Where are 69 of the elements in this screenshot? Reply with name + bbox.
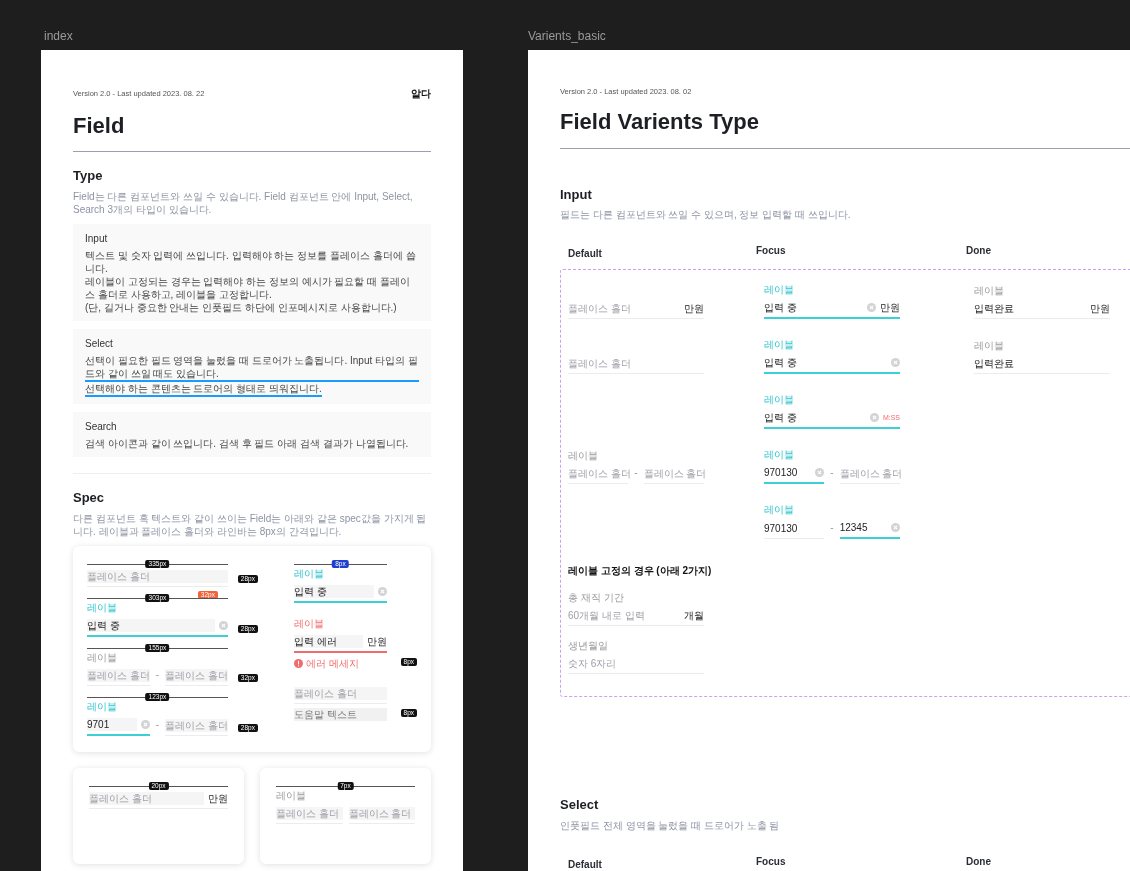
frame-title: Varients_basic — [528, 29, 606, 43]
frame-title: index — [44, 29, 73, 43]
input-field[interactable]: 입력완료 만원 — [974, 300, 1110, 320]
field-label: 레이블 — [974, 340, 1005, 353]
section-title: Input — [560, 186, 593, 203]
field-label: 생년월일 — [568, 640, 609, 653]
card-title: Input — [85, 232, 109, 246]
section-description: 다른 컴포넌트 혹 텍스트와 같이 쓰이는 Field는 아래와 같은 spec값을 가지게 됩니다. 레이블과 플레이스 홀더와 라인바는 8px의 간격입니다. — [73, 511, 428, 538]
group-title: 레이블 고정의 경우 (아래 2가지) — [568, 564, 712, 579]
error-icon — [293, 658, 303, 668]
unit-text: 개월 — [684, 609, 704, 623]
card-title: Select — [85, 337, 114, 351]
card-text: 선택이 필요한 필드 영역을 눌렀을 때 드로어가 노출됩니다. Input 타입의 필드와 같이 쓰일 때도 있습니다. — [85, 354, 419, 382]
field-label: 레이블 — [568, 450, 599, 463]
card-text: 선택해야 하는 콘텐츠는 드로어의 형태로 띄워집니다. — [85, 382, 322, 397]
card-text: (단, 길거나 중요한 안내는 인풋필드 하단에 인포메시지로 사용합니다.) — [85, 302, 397, 313]
section-description: 필드는 다른 컴포넌트와 쓰일 수 있으며, 정보 입력할 때 쓰입니다. — [560, 208, 852, 222]
input-field[interactable]: 입력완료 — [974, 355, 1110, 375]
column-header: Done — [966, 854, 992, 869]
dash-separator: - — [155, 667, 160, 682]
input-field[interactable]: 970130 — [764, 464, 825, 485]
column-header: Focus — [756, 854, 787, 869]
column-header: Default — [567, 857, 603, 871]
input-field[interactable]: 입력 중 만원 — [764, 299, 900, 320]
field-label: 레이블 — [974, 285, 1005, 298]
card-text: 검색 아이콘과 같이 쓰입니다. 검색 후 필드 아래 검색 결과가 나열됩니다. — [85, 438, 409, 449]
column-header: Done — [966, 244, 992, 259]
section-title: Select — [560, 797, 600, 813]
section-title: Type — [73, 168, 104, 184]
field-label: 총 재직 기간 — [568, 592, 625, 605]
column-header: Focus — [756, 244, 787, 259]
card-text: 텍스트 및 숫자 입력에 쓰입니다. 입력해야 하는 정보를 플레이스 홀더에 씁니다. — [85, 250, 416, 274]
field-label: 레이블 — [764, 284, 795, 297]
field-label: 레이블 — [764, 504, 795, 517]
page-heading: Field Varients Type — [560, 109, 760, 136]
field-label: 레이블 — [276, 789, 307, 802]
dash-separator: - — [634, 466, 638, 481]
error-message: 에러 메세지 — [305, 656, 359, 670]
field-label: 레이블 — [764, 394, 795, 407]
field-label: 레이블 — [87, 651, 118, 664]
unit-text: 만원 — [1090, 302, 1110, 316]
logo-text: 알다 — [411, 87, 431, 101]
unit-text: 만원 — [880, 301, 900, 315]
field-label: 레이블 — [87, 700, 118, 713]
field-label: 레이블 — [87, 601, 118, 614]
input-field[interactable]: 입력 중 — [764, 354, 900, 375]
input-field[interactable]: 12345 — [839, 519, 900, 540]
section-title: Spec — [73, 490, 106, 506]
field-label: 레이블 — [764, 339, 795, 352]
section-description: Field는 다른 컴포넌트와 쓰일 수 있습니다. Field 컴포넌트 안에 Input, Select, Search 3개의 타입이 있습니다. — [73, 190, 414, 216]
input-field[interactable]: 입력 에러 만원 — [293, 632, 387, 653]
field-label: 레이블 — [764, 449, 795, 462]
unit-text: 만원 — [684, 302, 704, 316]
unit-text: 만원 — [208, 791, 228, 805]
dash-separator: - — [830, 466, 834, 481]
dash-separator: - — [155, 717, 160, 732]
input-field[interactable]: 플레이스 홀더 만원 — [568, 300, 704, 320]
card-text: 레이블이 고정되는 경우는 입력해야 하는 정보의 예시가 필요할 때 플레이스 홀더로 사용하고, 레이블을 고정합니다. — [85, 276, 410, 300]
helper-text: 도움말 텍스트 — [293, 707, 387, 721]
dash-separator: - — [830, 521, 834, 536]
field-label: 레이블 — [293, 567, 325, 580]
unit-text: 만원 — [367, 634, 387, 648]
column-header: Default — [567, 247, 603, 262]
card-title: Search — [85, 420, 118, 434]
input-field[interactable]: 970130 — [764, 520, 825, 540]
input-field[interactable]: 60개월 내로 입력 개월 — [568, 607, 704, 627]
section-description: 인풋필드 전체 영역을 눌렀을 때 드로어가 노출 됨 — [560, 818, 781, 832]
field-label: 레이블 — [293, 617, 325, 630]
page-heading: Field — [73, 113, 126, 140]
